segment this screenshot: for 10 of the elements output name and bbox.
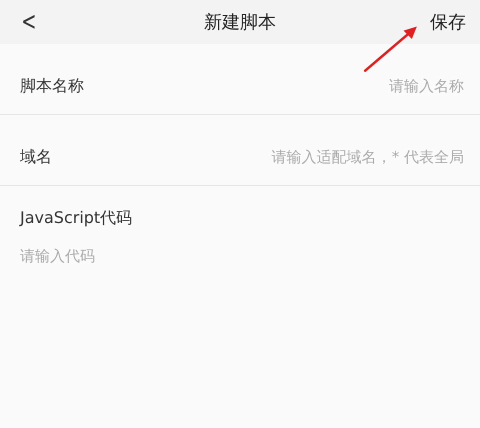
field-label: 脚本名称 xyxy=(20,76,84,96)
code-label: JavaScript代码 xyxy=(20,208,134,229)
save-button[interactable]: 保存 xyxy=(430,10,466,34)
back-button[interactable]: < xyxy=(18,7,40,37)
input-field[interactable]: 请输入名称 xyxy=(184,77,464,95)
input-field[interactable]: 请输入适配域名，* 代表全局 xyxy=(184,148,464,166)
page-title: 新建脚本 xyxy=(204,11,276,34)
annotation-arrow xyxy=(364,26,417,72)
field-label: 域名 xyxy=(20,146,52,168)
code-input-field[interactable]: 请输入代码 xyxy=(20,247,460,327)
